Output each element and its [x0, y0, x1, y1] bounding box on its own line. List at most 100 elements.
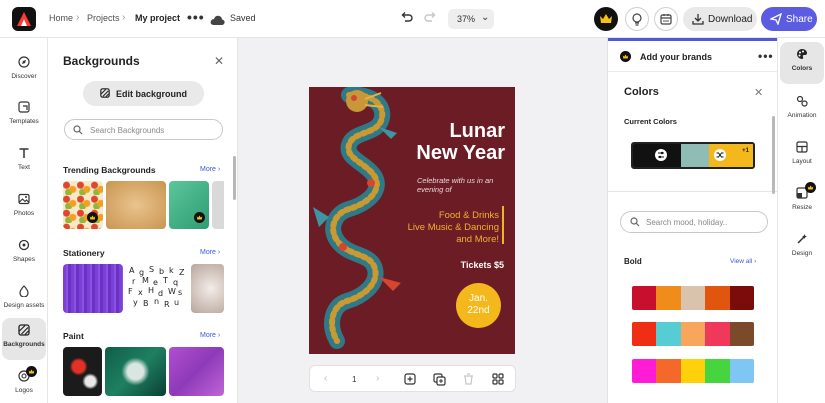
- edit-background-button[interactable]: Edit background: [83, 81, 204, 106]
- panel-title: Backgrounds: [63, 54, 140, 68]
- palette-swatch[interactable]: [729, 322, 754, 346]
- breadcrumb-projects[interactable]: Projects: [87, 13, 120, 23]
- add-page-icon[interactable]: [404, 373, 416, 385]
- more-options-button[interactable]: •••: [187, 9, 205, 25]
- palette-swatch[interactable]: [705, 286, 731, 310]
- zoom-select[interactable]: 37% ⌄: [448, 9, 494, 29]
- poster-event-food: Food & Drinks: [438, 210, 499, 221]
- rail-item-logos[interactable]: Logos: [2, 364, 46, 403]
- rail-item-photos[interactable]: Photos: [2, 187, 46, 227]
- download-label: Download: [708, 14, 753, 25]
- svg-text:Z: Z: [179, 268, 185, 277]
- next-page-icon[interactable]: ›: [376, 373, 379, 384]
- rail-item-resize[interactable]: Resize: [780, 181, 824, 221]
- rail-item-layout[interactable]: Layout: [780, 135, 824, 175]
- rail-item-design[interactable]: Design: [780, 227, 824, 267]
- palette-swatch[interactable]: [680, 322, 706, 346]
- rail-item-design-assets[interactable]: Design assets: [2, 279, 46, 319]
- current-colors-swatches[interactable]: +1: [631, 142, 755, 169]
- view-all-link[interactable]: View all ›: [730, 258, 756, 265]
- palette-swatch[interactable]: [680, 359, 706, 383]
- poster-date-badge[interactable]: Jan. 22nd: [456, 283, 501, 328]
- left-tool-rail: Discover Templates Text Photos Shapes De…: [0, 38, 48, 403]
- background-thumbnail-green[interactable]: [169, 181, 209, 229]
- app-logo-icon[interactable]: [12, 7, 36, 31]
- palette-swatch[interactable]: [632, 322, 657, 346]
- background-thumbnail-texture[interactable]: [191, 264, 224, 313]
- templates-icon: [18, 101, 30, 113]
- palette-swatch[interactable]: [729, 286, 754, 310]
- svg-text:q: q: [173, 278, 178, 287]
- close-icon[interactable]: ✕: [754, 86, 763, 99]
- rail-item-text[interactable]: Text: [2, 141, 46, 181]
- palette-swatch[interactable]: [705, 359, 731, 383]
- background-search-input[interactable]: Search Backgrounds: [64, 119, 223, 140]
- color-palette[interactable]: [632, 286, 754, 310]
- close-icon[interactable]: ✕: [214, 54, 224, 68]
- color-palette[interactable]: [632, 322, 754, 346]
- palette-swatch[interactable]: [729, 359, 754, 383]
- background-thumbnail-parchment[interactable]: [106, 181, 166, 229]
- background-thumbnail-letters[interactable]: AgSbkZ rMeTq FxHdWs yBnRu: [126, 264, 188, 313]
- rail-item-colors[interactable]: Colors: [780, 42, 824, 84]
- background-thumbnail-violet-paint[interactable]: [169, 347, 224, 396]
- redo-icon[interactable]: [424, 11, 437, 29]
- color-swatch[interactable]: [633, 144, 681, 167]
- project-name[interactable]: My project: [135, 13, 180, 23]
- background-thumbnail-red-paint[interactable]: [63, 347, 102, 396]
- add-brands-label: Add your brands: [640, 52, 713, 62]
- duplicate-page-icon[interactable]: [433, 373, 446, 386]
- lightbulb-icon[interactable]: [625, 7, 649, 31]
- palette-swatch[interactable]: [632, 286, 657, 310]
- zoom-value: 37%: [457, 14, 476, 24]
- color-swatch[interactable]: [681, 144, 709, 167]
- calendar-icon[interactable]: [654, 7, 678, 31]
- rail-item-shapes[interactable]: Shapes: [2, 233, 46, 273]
- design-canvas[interactable]: Lunar New Year Celebrate with us in an e…: [309, 87, 515, 354]
- panel-scrollbar[interactable]: [233, 156, 236, 200]
- rail-item-discover[interactable]: Discover: [2, 50, 46, 90]
- palette-swatch[interactable]: [656, 359, 682, 383]
- paint-more-link[interactable]: More ›: [200, 332, 220, 339]
- palette-swatch[interactable]: [656, 322, 682, 346]
- background-thumbnail-partial[interactable]: [212, 181, 224, 229]
- palette-swatch[interactable]: [632, 359, 657, 383]
- premium-crown-button[interactable]: [594, 7, 618, 31]
- palette-swatch[interactable]: [680, 286, 706, 310]
- color-palette[interactable]: [632, 359, 754, 383]
- design-icon: [797, 234, 807, 244]
- background-thumbnail-fruit[interactable]: [63, 181, 103, 229]
- palette-swatch[interactable]: [705, 322, 731, 346]
- panel-scrollbar[interactable]: [772, 116, 775, 194]
- add-brands-row[interactable]: Add your brands •••: [608, 41, 778, 72]
- rail-label: Animation: [787, 112, 817, 119]
- share-button[interactable]: Share: [761, 7, 817, 31]
- stationery-more-link[interactable]: More ›: [200, 249, 220, 256]
- page-number: 1: [352, 375, 357, 384]
- grid-view-icon[interactable]: [492, 373, 504, 385]
- rail-label: Text: [18, 164, 30, 171]
- previous-page-icon[interactable]: ‹: [324, 373, 327, 384]
- poster-accent-line: [502, 206, 504, 244]
- delete-page-icon[interactable]: [463, 373, 474, 385]
- background-thumbnail-green-paint[interactable]: [105, 347, 166, 396]
- rail-item-animation[interactable]: Animation: [780, 89, 824, 129]
- palette-swatch[interactable]: [656, 286, 682, 310]
- brands-more-button[interactable]: •••: [758, 49, 774, 63]
- trending-more-link[interactable]: More ›: [200, 166, 220, 173]
- poster-subtitle[interactable]: Celebrate with us in an evening of: [417, 176, 505, 194]
- download-button[interactable]: Download: [683, 7, 757, 31]
- breadcrumb-home[interactable]: Home: [49, 13, 73, 23]
- poster-title[interactable]: Lunar New Year: [416, 120, 505, 164]
- poster-tickets[interactable]: Tickets $5: [461, 260, 504, 270]
- poster-events[interactable]: Food & Drinks Live Music & Dancing and M…: [408, 210, 499, 246]
- breadcrumb-separator: ›: [122, 12, 126, 23]
- rail-item-backgrounds[interactable]: Backgrounds: [2, 318, 46, 360]
- color-swatch[interactable]: +1: [709, 144, 753, 167]
- background-thumbnail-purple[interactable]: [63, 264, 123, 313]
- rail-item-templates[interactable]: Templates: [2, 95, 46, 135]
- dragon-illustration: [313, 87, 401, 349]
- color-search-input[interactable]: Search mood, holiday..: [620, 211, 768, 233]
- undo-icon[interactable]: [400, 11, 413, 29]
- svg-text:H: H: [148, 286, 154, 295]
